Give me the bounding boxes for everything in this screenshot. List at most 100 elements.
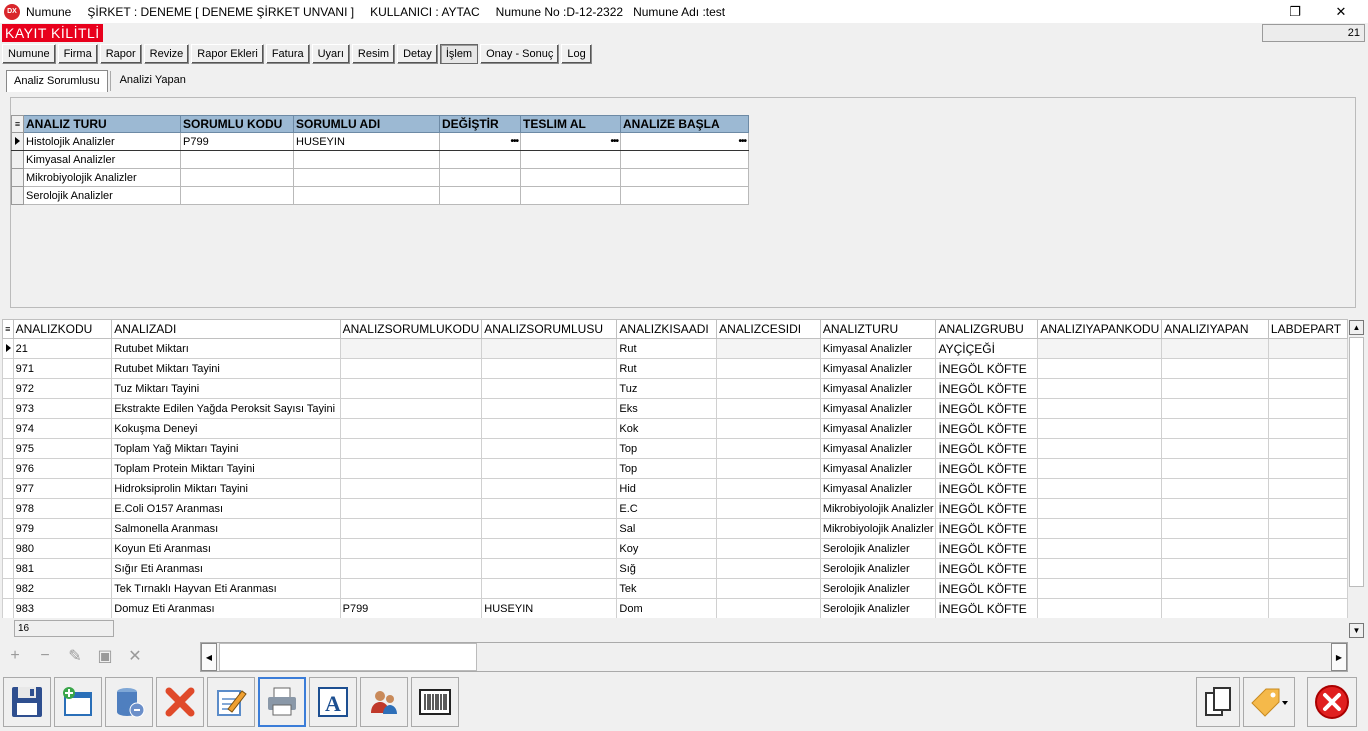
table-cell[interactable]	[339, 418, 483, 439]
table-cell[interactable]: Tuz	[616, 378, 718, 399]
table-cell[interactable]	[339, 478, 483, 499]
table-cell[interactable]: 978	[12, 498, 113, 519]
text-format-button[interactable]: A	[309, 677, 357, 727]
table-cell[interactable]	[339, 518, 483, 539]
table-cell[interactable]	[1037, 518, 1163, 539]
table-cell[interactable]	[620, 168, 749, 187]
table-cell[interactable]: 982	[12, 578, 113, 599]
column-header[interactable]: DEĞİŞTİR	[439, 115, 521, 133]
table-cell[interactable]	[1267, 578, 1348, 599]
table-cell[interactable]	[1161, 418, 1269, 439]
table-cell[interactable]	[716, 458, 821, 479]
table-cell[interactable]: Domuz Eti Aranması	[111, 598, 341, 618]
table-cell[interactable]: Kimyasal Analizler	[819, 458, 937, 479]
table-cell[interactable]	[339, 458, 483, 479]
new-record-button[interactable]	[54, 677, 102, 727]
table-cell[interactable]	[1267, 558, 1348, 579]
table-cell[interactable]	[1161, 438, 1269, 459]
table-cell[interactable]	[716, 498, 821, 519]
exit-button[interactable]	[1307, 677, 1357, 727]
table-cell[interactable]: 971	[12, 358, 113, 379]
table-cell[interactable]	[481, 338, 618, 359]
table-cell[interactable]: Histolojik Analizler	[23, 132, 181, 151]
table-cell[interactable]: Toplam Protein Miktarı Tayini	[111, 458, 341, 479]
table-cell[interactable]	[716, 358, 821, 379]
table-cell[interactable]: Kimyasal Analizler	[819, 378, 937, 399]
table-cell[interactable]	[293, 186, 440, 205]
table-cell[interactable]	[1161, 478, 1269, 499]
table-cell[interactable]: İNEGÖL KÖFTE	[935, 598, 1039, 618]
table-cell[interactable]: Top	[616, 438, 718, 459]
save-button[interactable]	[3, 677, 51, 727]
column-header[interactable]: ANALIZIYAPANKODU	[1037, 319, 1163, 339]
table-cell[interactable]: Kok	[616, 418, 718, 439]
table-cell[interactable]	[481, 498, 618, 519]
table-cell[interactable]	[1161, 558, 1269, 579]
table-cell[interactable]: Kimyasal Analizler	[819, 478, 937, 499]
table-cell[interactable]: Serolojik Analizler	[819, 538, 937, 559]
row-indicator[interactable]	[2, 518, 14, 539]
table-cell[interactable]: İNEGÖL KÖFTE	[935, 418, 1039, 439]
table-cell[interactable]: 974	[12, 418, 113, 439]
table-cell[interactable]: 981	[12, 558, 113, 579]
table-cell[interactable]	[1037, 478, 1163, 499]
table-cell[interactable]	[481, 538, 618, 559]
table-cell[interactable]: 975	[12, 438, 113, 459]
tab-firma[interactable]: Firma	[57, 44, 98, 64]
column-header[interactable]: ANALIZADI	[111, 319, 341, 339]
table-cell[interactable]	[1161, 498, 1269, 519]
table-cell[interactable]	[339, 438, 483, 459]
table-cell[interactable]	[481, 418, 618, 439]
table-cell[interactable]: Koyun Eti Aranması	[111, 538, 341, 559]
table-cell[interactable]	[1267, 598, 1348, 618]
delete-record-button[interactable]: −	[32, 643, 58, 669]
column-header[interactable]: ANALIZIYAPAN	[1161, 319, 1269, 339]
table-cell[interactable]: Kimyasal Analizler	[819, 418, 937, 439]
table-cell[interactable]: Rutubet Miktarı	[111, 338, 341, 359]
column-header[interactable]: ANALIZKODU	[12, 319, 113, 339]
table-cell[interactable]	[481, 578, 618, 599]
table-row[interactable]: Mikrobiyolojik Analizler	[11, 168, 749, 187]
table-cell[interactable]: İNEGÖL KÖFTE	[935, 458, 1039, 479]
table-row[interactable]: 977 Hidroksiprolin Miktarı Tayini Hid Kimya…	[2, 478, 1348, 499]
table-cell[interactable]: E.C	[616, 498, 718, 519]
scroll-up-icon[interactable]: ▲	[1349, 320, 1364, 335]
table-cell[interactable]: İNEGÖL KÖFTE	[935, 558, 1039, 579]
table-cell[interactable]: P799	[180, 132, 294, 151]
table-cell[interactable]: Sığ	[616, 558, 718, 579]
table-cell[interactable]	[339, 558, 483, 579]
table-cell[interactable]	[1161, 458, 1269, 479]
table-cell[interactable]: 979	[12, 518, 113, 539]
column-header[interactable]: ANALIZKISAADI	[616, 319, 718, 339]
row-indicator[interactable]	[11, 132, 24, 151]
table-cell[interactable]	[1267, 358, 1348, 379]
table-cell[interactable]: AYÇİÇEĞİ	[935, 338, 1039, 359]
tab-rapor-ekleri[interactable]: Rapor Ekleri	[191, 44, 264, 64]
tab-resim[interactable]: Resim	[351, 44, 396, 64]
tab-detay[interactable]: Detay	[397, 44, 438, 64]
copy-button[interactable]	[1196, 677, 1240, 727]
table-row[interactable]: 975 Toplam Yağ Miktarı Tayini Top Kimyasal …	[2, 438, 1348, 459]
table-cell[interactable]	[1267, 338, 1348, 359]
horizontal-scrollbar[interactable]: ◀ ▶	[200, 642, 1348, 672]
table-cell[interactable]: Sal	[616, 518, 718, 539]
table-cell[interactable]: İNEGÖL KÖFTE	[935, 398, 1039, 419]
table-cell[interactable]	[520, 150, 621, 169]
table-cell[interactable]	[439, 168, 521, 187]
table-cell[interactable]	[180, 186, 294, 205]
table-cell[interactable]: P799	[339, 598, 483, 618]
table-cell[interactable]	[716, 538, 821, 559]
table-cell[interactable]: HUSEYIN	[293, 132, 440, 151]
row-indicator[interactable]	[2, 418, 14, 439]
tab-numune[interactable]: Numune	[2, 44, 56, 64]
table-cell[interactable]	[1037, 598, 1163, 618]
scroll-left-icon[interactable]: ◀	[201, 643, 217, 671]
tab-analizi-yapan[interactable]: Analizi Yapan	[113, 70, 193, 92]
table-cell[interactable]	[1037, 378, 1163, 399]
table-cell[interactable]	[1037, 538, 1163, 559]
row-indicator[interactable]	[2, 538, 14, 559]
table-cell[interactable]	[1037, 358, 1163, 379]
table-cell[interactable]: Toplam Yağ Miktarı Tayini	[111, 438, 341, 459]
table-cell[interactable]: İNEGÖL KÖFTE	[935, 438, 1039, 459]
table-row[interactable]: 973 Ekstrakte Edilen Yağda Peroksit Sayıs…	[2, 398, 1348, 419]
